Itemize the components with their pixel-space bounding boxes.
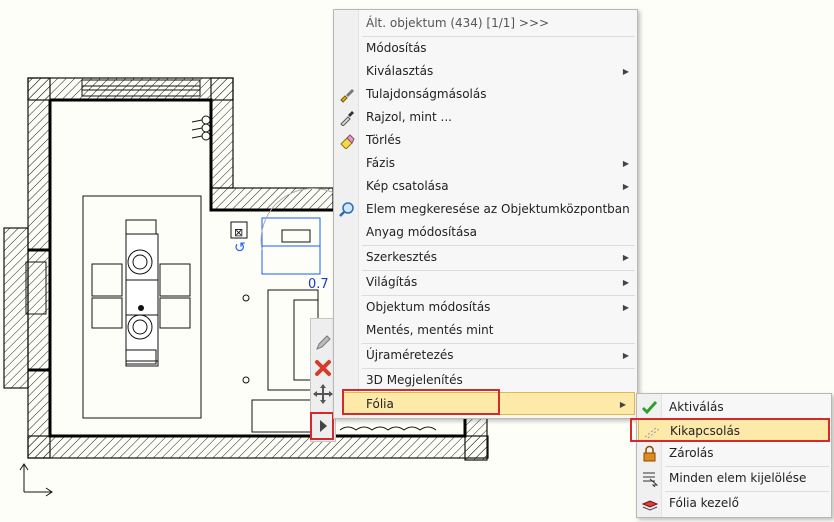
menu-item-kivalasztas[interactable]: Kiválasztás ▶ — [334, 60, 637, 83]
brush-icon — [338, 86, 355, 103]
menu-item-3d-megjelenites[interactable]: 3D Megjelenítés — [334, 369, 637, 392]
menu-item-modositas[interactable]: Módosítás — [334, 37, 637, 60]
socket — [242, 376, 250, 384]
submenu-arrow-icon: ▶ — [622, 278, 629, 287]
menu-item-torles[interactable]: Törlés — [334, 129, 637, 152]
socket — [242, 294, 250, 302]
plant-dot — [138, 305, 144, 311]
menu-item-szerkesztes[interactable]: Szerkesztés ▶ — [334, 246, 637, 269]
menu-item-anyag-modositasa[interactable]: Anyag módosítása — [334, 221, 637, 244]
submenu-arrow-icon: ▶ — [619, 400, 626, 409]
checkmark-icon — [641, 399, 658, 416]
menu-item-vilagitas[interactable]: Világítás ▶ — [334, 271, 637, 294]
menu-header[interactable]: Ált. objektum (434) [1/1] >>> — [334, 12, 637, 35]
submenu-item-kikapcsolas[interactable]: Kikapcsolás — [638, 419, 830, 442]
layer-off-icon — [643, 423, 660, 440]
menu-item-tulajdonsagmasolas[interactable]: Tulajdonságmásolás — [334, 83, 637, 106]
menu-item-kep-csatolasa[interactable]: Kép csatolása ▶ — [334, 175, 637, 198]
context-menu: Ált. objektum (434) [1/1] >>> Módosítás … — [333, 9, 638, 419]
move-icon[interactable] — [313, 383, 333, 405]
pencil-icon[interactable] — [313, 331, 333, 353]
rotate-handle-icon[interactable]: ⊠ ↺ — [230, 221, 248, 256]
submenu-arrow-icon: ▶ — [622, 67, 629, 76]
submenu-item-folia-kezelo[interactable]: Fólia kezelő — [637, 492, 831, 515]
light-fixtures — [191, 115, 211, 141]
svg-text:⊠: ⊠ — [234, 226, 243, 239]
submenu-item-aktivalas[interactable]: Aktiválás — [637, 396, 831, 419]
menu-item-elem-megkeresese[interactable]: Elem megkeresése az Objektumközpontban — [334, 198, 637, 221]
folia-submenu: Aktiválás Kikapcsolás Zárolás Minden ele… — [636, 393, 832, 518]
menu-item-fazis[interactable]: Fázis ▶ — [334, 152, 637, 175]
menu-item-mentes[interactable]: Mentés, mentés mint — [334, 319, 637, 342]
selected-object[interactable] — [261, 217, 321, 275]
submenu-arrow-icon: ▶ — [622, 182, 629, 191]
svg-text:↺: ↺ — [234, 240, 246, 256]
eraser-icon — [338, 132, 355, 150]
menu-item-objektum-modositas[interactable]: Objektum módosítás ▶ — [334, 296, 637, 319]
submenu-arrow-icon: ▶ — [622, 159, 629, 168]
delete-x-icon[interactable] — [313, 357, 333, 379]
select-all-icon — [641, 470, 659, 488]
menu-item-folia[interactable]: Fólia ▶ — [343, 392, 635, 415]
submenu-item-zarolas[interactable]: Zárolás — [637, 442, 831, 465]
submenu-arrow-icon: ▶ — [622, 351, 629, 360]
lock-icon — [641, 445, 658, 462]
submenu-arrow-icon: ▶ — [622, 303, 629, 312]
layer-manager-icon — [641, 495, 659, 512]
search-icon — [338, 201, 355, 218]
menu-item-rajzol-mint[interactable]: Rajzol, mint ... — [334, 106, 637, 129]
expand-arrow-icon[interactable] — [313, 415, 333, 437]
submenu-item-minden-elem[interactable]: Minden elem kijelölése — [637, 467, 831, 490]
axis-icon — [19, 463, 53, 497]
submenu-arrow-icon: ▶ — [622, 253, 629, 262]
menu-item-ujrameretezes[interactable]: Újraméretezés ▶ — [334, 344, 637, 367]
dimension-text: 0.7 — [308, 277, 329, 292]
eyedropper-icon — [338, 109, 355, 127]
